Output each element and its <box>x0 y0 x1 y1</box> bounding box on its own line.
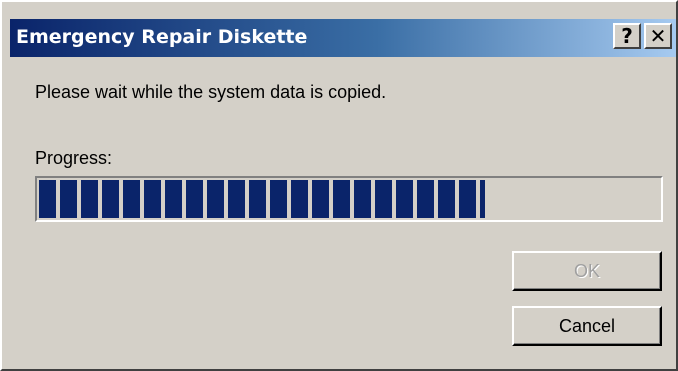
help-button[interactable]: ? <box>613 23 641 49</box>
cancel-button[interactable]: Cancel <box>512 306 662 346</box>
dialog-window: Emergency Repair Diskette ? ✕ Please wai… <box>0 0 678 371</box>
cancel-button-label: Cancel <box>558 316 616 336</box>
ok-button[interactable]: OK <box>512 251 662 291</box>
close-button[interactable]: ✕ <box>644 23 672 49</box>
help-icon: ? <box>621 24 633 48</box>
progress-label: Progress: <box>35 148 113 168</box>
progress-bar <box>35 176 663 222</box>
window-title: Emergency Repair Diskette <box>16 26 308 48</box>
close-icon: ✕ <box>649 24 667 48</box>
ok-button-label: OK <box>573 261 600 281</box>
progress-inner <box>39 180 659 218</box>
status-message: Please wait while the system data is cop… <box>35 82 387 102</box>
title-bar[interactable]: Emergency Repair Diskette ? ✕ <box>10 19 676 57</box>
progress-fill <box>39 180 486 218</box>
